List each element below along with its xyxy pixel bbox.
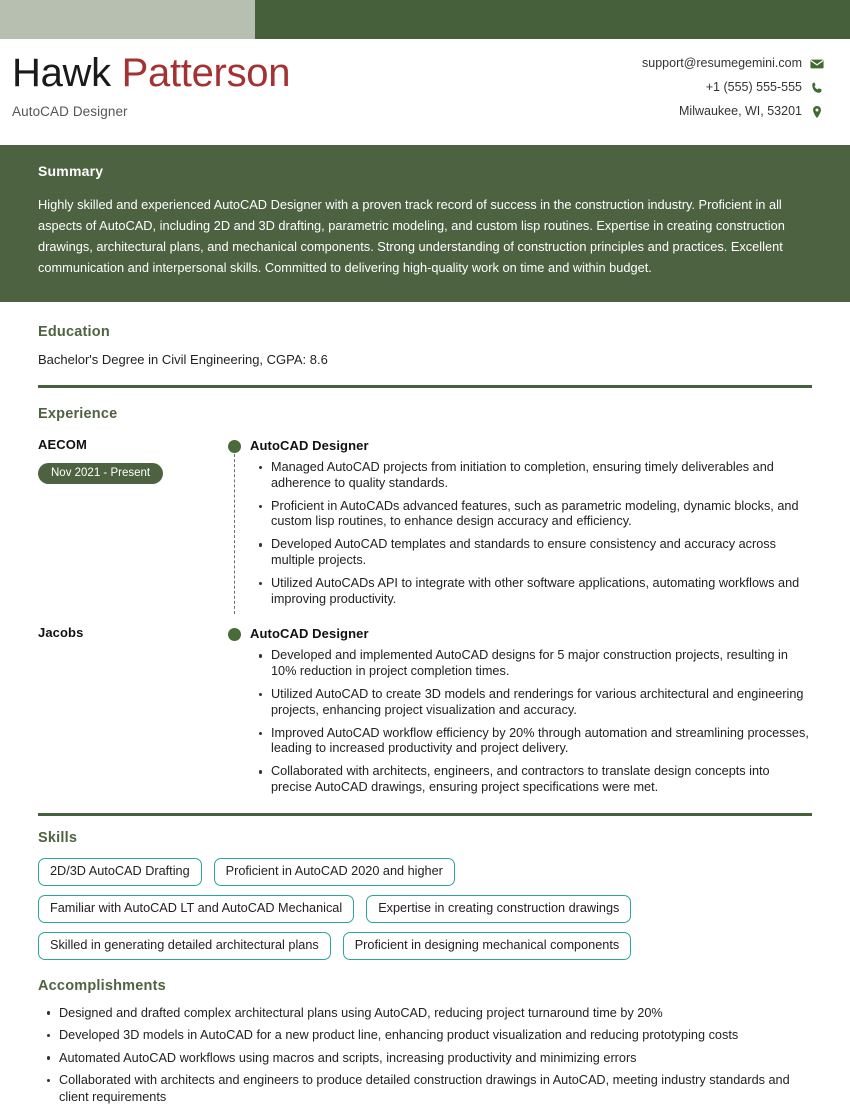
skill-chip: 2D/3D AutoCAD Drafting	[38, 857, 202, 886]
accomplishment-list: Designed and drafted complex architectur…	[38, 1005, 812, 1105]
education-heading: Education	[38, 324, 110, 340]
timeline-dot-icon	[228, 628, 241, 642]
list-item: Developed AutoCAD templates and standard…	[259, 537, 812, 569]
summary-section: Summary Highly skilled and experienced A…	[0, 145, 850, 302]
list-item: Utilized AutoCADs API to integrate with …	[259, 576, 812, 608]
responsibility-list: Managed AutoCAD projects from initiation…	[250, 460, 812, 607]
timeline-dot-icon	[228, 440, 241, 453]
list-item: Developed 3D models in AutoCAD for a new…	[47, 1027, 812, 1044]
skill-chip: Proficient in AutoCAD 2020 and higher	[213, 857, 455, 886]
company-name: Jacobs	[38, 625, 84, 641]
skill-chip: Proficient in designing mechanical compo…	[342, 931, 632, 960]
list-item: Utilized AutoCAD to create 3D models and…	[259, 687, 812, 719]
first-name: Hawk	[12, 51, 111, 95]
timeline-track	[224, 624, 250, 802]
list-item: Improved AutoCAD workflow efficiency by …	[259, 726, 812, 758]
email-text: support@resumegemini.com	[642, 56, 802, 70]
contact-row-email[interactable]: support@resumegemini.com	[642, 53, 824, 74]
skill-chip-list: 2D/3D AutoCAD Drafting Proficient in Aut…	[38, 857, 698, 960]
name-block: Hawk Patterson AutoCAD Designer	[12, 48, 290, 119]
list-item: Collaborated with architects and enginee…	[47, 1072, 812, 1105]
list-item: Collaborated with architects, engineers,…	[259, 764, 812, 796]
list-item: Designed and drafted complex architectur…	[47, 1005, 812, 1022]
experience-entry: Jacobs AutoCAD Designer Developed and im…	[38, 624, 812, 802]
list-item: Developed and implemented AutoCAD design…	[259, 648, 812, 680]
experience-meta: AECOM Nov 2021 - Present	[38, 436, 224, 614]
decorative-top-bar	[0, 0, 850, 39]
last-name: Patterson	[121, 51, 291, 95]
envelope-icon	[810, 57, 824, 71]
top-bar-sage-block	[0, 0, 255, 39]
resume-header: Hawk Patterson AutoCAD Designer support@…	[0, 39, 850, 143]
skill-chip: Familiar with AutoCAD LT and AutoCAD Mec…	[38, 894, 355, 923]
summary-text: Highly skilled and experienced AutoCAD D…	[38, 197, 785, 275]
education-section: Education Bachelor's Degree in Civil Eng…	[0, 324, 850, 367]
company-name: AECOM	[38, 437, 87, 452]
skills-heading: Skills	[38, 829, 78, 846]
skills-section: Skills 2D/3D AutoCAD Drafting Proficient…	[0, 830, 850, 960]
phone-icon	[810, 81, 824, 95]
list-item: Managed AutoCAD projects from initiation…	[259, 460, 812, 492]
phone-text: +1 (555) 555-555	[705, 80, 802, 94]
status-badge: Nov 2021 - Present	[38, 463, 164, 484]
list-item: Proficient in AutoCADs advanced features…	[259, 499, 812, 531]
skill-chip: Skilled in generating detailed architect…	[38, 931, 331, 960]
experience-heading: Experience	[38, 406, 118, 422]
responsibility-list: Developed and implemented AutoCAD design…	[250, 648, 812, 795]
skill-chip: Expertise in creating construction drawi…	[366, 894, 632, 923]
contact-row-location[interactable]: Milwaukee, WI, 53201	[642, 101, 824, 122]
location-text: Milwaukee, WI, 53201	[679, 104, 802, 118]
top-bar-green-block	[255, 0, 850, 39]
experience-entry: AECOM Nov 2021 - Present AutoCAD Designe…	[38, 436, 812, 615]
list-item: Automated AutoCAD workflows using macros…	[47, 1050, 812, 1067]
accomplishments-section: Accomplishments Designed and drafted com…	[0, 978, 850, 1105]
contact-block: support@resumegemini.com +1 (555) 555-55…	[642, 48, 824, 125]
timeline-dashed-line	[234, 454, 235, 615]
education-entry: Bachelor's Degree in Civil Engineering, …	[38, 352, 328, 367]
experience-details: AutoCAD Designer Managed AutoCAD project…	[250, 436, 812, 614]
contact-row-phone[interactable]: +1 (555) 555-555	[642, 77, 824, 98]
experience-section: Experience AECOM Nov 2021 - Present Auto…	[0, 406, 850, 803]
location-pin-icon	[810, 105, 824, 119]
summary-heading: Summary	[38, 163, 104, 179]
job-role: AutoCAD Designer	[250, 626, 369, 642]
timeline-track	[224, 436, 250, 615]
experience-meta: Jacobs	[38, 624, 224, 802]
job-role: AutoCAD Designer	[250, 438, 369, 453]
experience-details: AutoCAD Designer Developed and implement…	[250, 624, 812, 802]
job-title: AutoCAD Designer	[12, 104, 128, 119]
page-title: Hawk Patterson	[12, 50, 290, 96]
accomplishments-heading: Accomplishments	[38, 977, 166, 994]
